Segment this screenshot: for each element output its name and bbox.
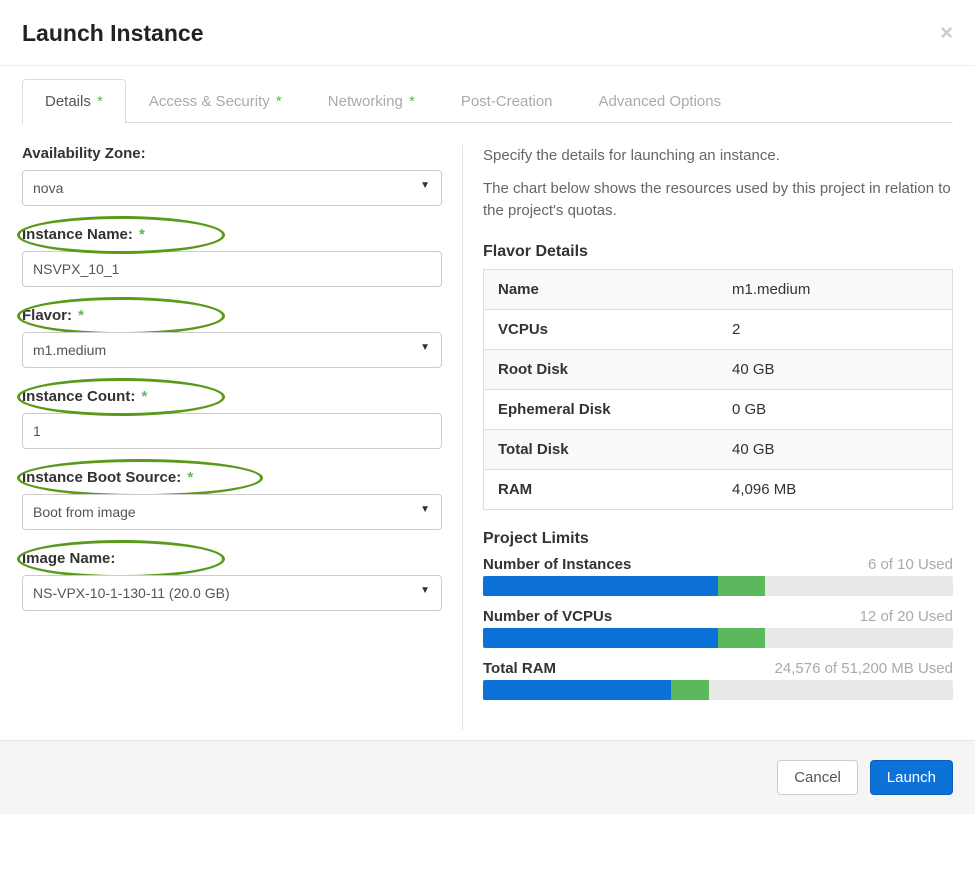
boot-source-select[interactable]: Boot from image [22, 494, 442, 530]
asterisk-icon: * [137, 388, 147, 405]
tab-post-creation[interactable]: Post-Creation [438, 79, 576, 124]
image-name-group: Image Name: NS-VPX-10-1-130-11 (20.0 GB) [22, 550, 442, 611]
flavor-label: Flavor: * [22, 307, 442, 324]
asterisk-icon: * [74, 307, 84, 324]
flavor-details-table: Namem1.medium VCPUs2 Root Disk40 GB Ephe… [483, 269, 953, 510]
tab-networking-label: Networking [328, 93, 403, 110]
tab-advanced-options[interactable]: Advanced Options [576, 79, 745, 124]
modal-footer: Cancel Launch [0, 740, 975, 814]
quota-used: 24,576 of 51,200 MB Used [775, 660, 953, 677]
flavor-select-wrap: m1.medium [22, 332, 442, 368]
instance-count-group: Instance Count: * [22, 388, 442, 449]
form-column: Availability Zone: nova Instance Name: *… [22, 145, 462, 730]
image-name-select-wrap: NS-VPX-10-1-130-11 (20.0 GB) [22, 575, 442, 611]
progress-adding [718, 576, 765, 596]
quota-header: Number of VCPUs 12 of 20 Used [483, 608, 953, 625]
flavor-key: VCPUs [484, 309, 719, 349]
modal-body: Details * Access & Security * Networking… [0, 78, 975, 730]
asterisk-icon: * [272, 93, 282, 110]
help-text-2: The chart below shows the resources used… [483, 178, 953, 223]
flavor-key: Total Disk [484, 429, 719, 469]
boot-source-group: Instance Boot Source: * Boot from image [22, 469, 442, 530]
instance-count-label: Instance Count: * [22, 388, 442, 405]
progress-adding [671, 680, 709, 700]
quota-instances: Number of Instances 6 of 10 Used [483, 556, 953, 596]
instance-name-group: Instance Name: * [22, 226, 442, 287]
table-row: VCPUs2 [484, 309, 953, 349]
flavor-value: 4,096 MB [718, 469, 953, 509]
boot-source-select-wrap: Boot from image [22, 494, 442, 530]
progress-bar-vcpus [483, 628, 953, 648]
flavor-details-title: Flavor Details [483, 243, 953, 261]
project-limits-title: Project Limits [483, 530, 953, 548]
flavor-value: 2 [718, 309, 953, 349]
flavor-key: Name [484, 269, 719, 309]
flavor-key: RAM [484, 469, 719, 509]
image-name-label: Image Name: [22, 550, 442, 567]
flavor-value: m1.medium [718, 269, 953, 309]
progress-bar-ram [483, 680, 953, 700]
close-icon[interactable]: × [940, 20, 953, 46]
table-row: Ephemeral Disk0 GB [484, 389, 953, 429]
modal-header: Launch Instance × [0, 0, 975, 66]
flavor-value: 0 GB [718, 389, 953, 429]
availability-zone-label: Availability Zone: [22, 145, 442, 162]
quota-header: Number of Instances 6 of 10 Used [483, 556, 953, 573]
availability-zone-select[interactable]: nova [22, 170, 442, 206]
asterisk-icon: * [135, 226, 145, 243]
progress-used [483, 680, 671, 700]
tab-networking[interactable]: Networking * [305, 79, 438, 124]
tab-details-label: Details [45, 93, 91, 110]
tab-advanced-label: Advanced Options [599, 93, 722, 110]
quota-used: 12 of 20 Used [860, 608, 953, 625]
quota-header: Total RAM 24,576 of 51,200 MB Used [483, 660, 953, 677]
table-row: Root Disk40 GB [484, 349, 953, 389]
tab-details[interactable]: Details * [22, 79, 126, 124]
asterisk-icon: * [183, 469, 193, 486]
table-row: RAM4,096 MB [484, 469, 953, 509]
progress-used [483, 628, 718, 648]
progress-adding [718, 628, 765, 648]
launch-button[interactable]: Launch [870, 760, 953, 795]
flavor-group: Flavor: * m1.medium [22, 307, 442, 368]
progress-bar-instances [483, 576, 953, 596]
flavor-key: Ephemeral Disk [484, 389, 719, 429]
content: Availability Zone: nova Instance Name: *… [22, 123, 953, 730]
tab-access-security[interactable]: Access & Security * [126, 79, 305, 124]
availability-zone-select-wrap: nova [22, 170, 442, 206]
boot-source-label: Instance Boot Source: * [22, 469, 442, 486]
help-text-1: Specify the details for launching an ins… [483, 145, 953, 168]
details-column: Specify the details for launching an ins… [462, 145, 953, 730]
instance-count-input[interactable] [22, 413, 442, 449]
asterisk-icon: * [93, 93, 103, 110]
modal-title: Launch Instance [22, 20, 953, 47]
quota-label: Total RAM [483, 660, 556, 677]
table-row: Namem1.medium [484, 269, 953, 309]
tab-access-label: Access & Security [149, 93, 270, 110]
quota-label: Number of VCPUs [483, 608, 612, 625]
image-name-select[interactable]: NS-VPX-10-1-130-11 (20.0 GB) [22, 575, 442, 611]
quota-used: 6 of 10 Used [868, 556, 953, 573]
flavor-value: 40 GB [718, 349, 953, 389]
table-row: Total Disk40 GB [484, 429, 953, 469]
asterisk-icon: * [405, 93, 415, 110]
progress-used [483, 576, 718, 596]
tab-post-label: Post-Creation [461, 93, 553, 110]
quota-ram: Total RAM 24,576 of 51,200 MB Used [483, 660, 953, 700]
tabs: Details * Access & Security * Networking… [22, 78, 953, 123]
instance-name-input[interactable] [22, 251, 442, 287]
quota-vcpus: Number of VCPUs 12 of 20 Used [483, 608, 953, 648]
quota-label: Number of Instances [483, 556, 631, 573]
flavor-key: Root Disk [484, 349, 719, 389]
launch-instance-modal: Launch Instance × Details * Access & Sec… [0, 0, 975, 814]
instance-name-label: Instance Name: * [22, 226, 442, 243]
availability-zone-group: Availability Zone: nova [22, 145, 442, 206]
cancel-button[interactable]: Cancel [777, 760, 858, 795]
flavor-select[interactable]: m1.medium [22, 332, 442, 368]
flavor-value: 40 GB [718, 429, 953, 469]
